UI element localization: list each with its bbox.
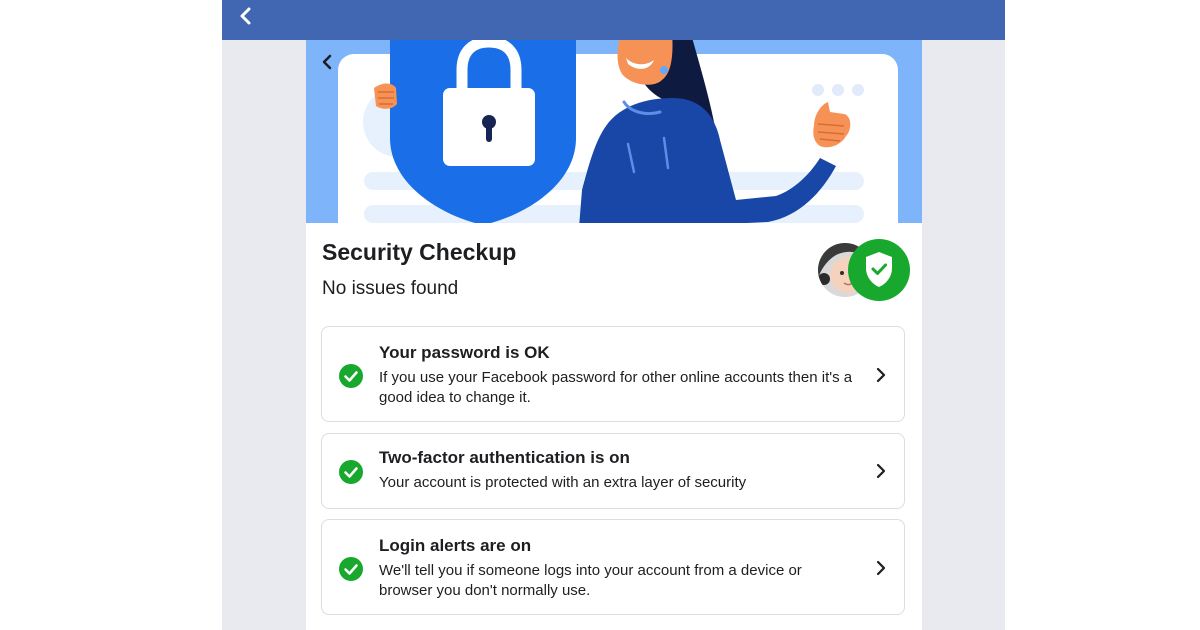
navigation-bar: [222, 0, 1005, 40]
chevron-right-icon: [874, 559, 888, 577]
card-description: We'll tell you if someone logs into your…: [379, 562, 802, 599]
login-alerts-status-card[interactable]: Login alerts are on We'll tell you if so…: [321, 519, 905, 615]
chevron-right-icon: [874, 462, 888, 480]
page-title: Security Checkup: [322, 239, 517, 265]
back-button[interactable]: [234, 4, 258, 28]
chevron-left-icon: [322, 54, 332, 70]
check-circle-icon: [339, 364, 363, 388]
check-circle-icon: [339, 460, 363, 484]
shield-check-icon: [866, 252, 892, 287]
page-subtitle: No issues found: [322, 278, 459, 299]
card-description: If you use your Facebook password for ot…: [379, 369, 853, 406]
card-title: Your password is OK: [379, 343, 550, 362]
security-checkup-panel: Security Checkup No issues found Your pa…: [306, 40, 922, 630]
check-circle-icon: [339, 557, 363, 581]
chevron-left-icon: [240, 7, 251, 25]
chevron-right-icon: [874, 366, 888, 384]
hero-back-button[interactable]: [316, 50, 340, 74]
card-title: Login alerts are on: [379, 536, 532, 555]
hero-illustration: [306, 40, 922, 223]
card-description: Your account is protected with an extra …: [379, 474, 747, 491]
card-title: Two-factor authentication is on: [379, 448, 630, 467]
two-factor-status-card[interactable]: Two-factor authentication is on Your acc…: [321, 433, 905, 509]
app-window: Security Checkup No issues found Your pa…: [222, 0, 1005, 630]
password-status-card[interactable]: Your password is OK If you use your Face…: [321, 326, 905, 422]
status-badge: [816, 239, 910, 303]
security-status-badge: [848, 239, 910, 301]
